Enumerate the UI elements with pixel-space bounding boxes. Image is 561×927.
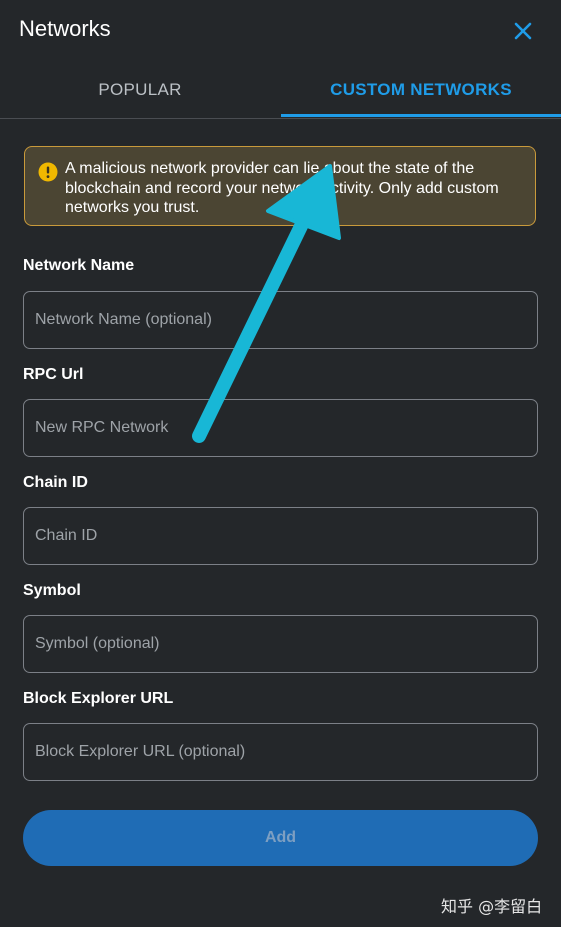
add-button[interactable]: Add: [23, 810, 538, 866]
tab-custom-networks[interactable]: CUSTOM NETWORKS: [281, 62, 561, 117]
network-name-input[interactable]: [23, 291, 538, 349]
chain-id-label: Chain ID: [23, 474, 88, 491]
block-explorer-url-input[interactable]: [23, 723, 538, 781]
add-network-screen: Networks POPULAR CUSTOM NETWORKS A malic…: [0, 0, 561, 927]
active-tab-indicator: [281, 114, 561, 117]
symbol-label: Symbol: [23, 582, 81, 599]
rpc-url-label: RPC Url: [23, 366, 84, 383]
block-explorer-url-label: Block Explorer URL: [23, 690, 174, 707]
warning-message: A malicious network provider can lie abo…: [65, 160, 499, 216]
network-tabs: POPULAR CUSTOM NETWORKS: [0, 62, 561, 119]
chain-id-input[interactable]: [23, 507, 538, 565]
page-title: Networks: [19, 16, 111, 41]
rpc-url-input[interactable]: [23, 399, 538, 457]
annotation-arrow-icon: [192, 164, 341, 443]
watermark: 知乎 @李留白: [441, 897, 543, 916]
network-name-label: Network Name: [23, 257, 135, 274]
symbol-input[interactable]: [23, 615, 538, 673]
header: Networks: [0, 0, 561, 62]
tab-popular[interactable]: POPULAR: [0, 62, 280, 117]
warning-banner: A malicious network provider can lie abo…: [24, 146, 536, 226]
close-icon[interactable]: [510, 18, 536, 44]
warning-icon: [38, 162, 58, 182]
